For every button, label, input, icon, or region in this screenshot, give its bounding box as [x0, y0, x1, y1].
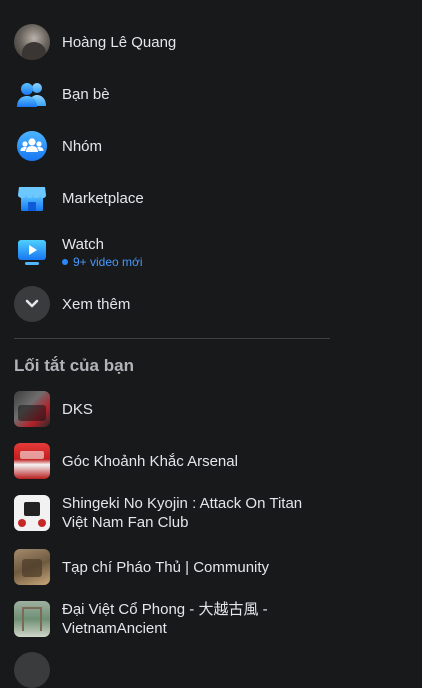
nav-item-profile[interactable]: Hoàng Lê Quang	[6, 20, 330, 64]
group-thumbnail	[14, 549, 50, 585]
divider	[14, 338, 330, 339]
group-thumbnail	[14, 443, 50, 479]
shortcut-thumb-wrap	[14, 601, 50, 637]
shortcut-label-line2: VietnamAncient	[62, 620, 167, 637]
nav-item-friends[interactable]: Bạn bè	[6, 72, 330, 116]
new-dot-icon	[62, 258, 68, 265]
groups-icon	[14, 128, 50, 164]
chevron-down-icon	[14, 286, 50, 322]
shortcut-thumb-wrap	[14, 495, 50, 531]
group-thumbnail	[14, 601, 50, 637]
profile-name: Hoàng Lê Quang	[62, 33, 177, 51]
watch-sub-label: 9+ video mới	[73, 254, 143, 269]
shortcut-label-line1: Đại Việt Cổ Phong - 大越古風 -	[62, 601, 268, 618]
shortcut-item[interactable]: Đại Việt Cổ Phong - 大越古風 - VietnamAncien…	[6, 594, 330, 644]
nav-item-watch[interactable]: Watch 9+ video mới	[6, 228, 330, 276]
shortcut-label-line1: Shingeki No Kyojin : Attack On Titan	[62, 495, 303, 512]
nav-item-groups[interactable]: Nhóm	[6, 124, 330, 168]
nav-label-friends: Bạn bè	[62, 85, 110, 103]
shortcut-label-line2: Việt Nam Fan Club	[62, 514, 189, 531]
nav-label-watch: Watch	[62, 235, 104, 253]
shortcut-label: Shingeki No Kyojin : Attack On Titan Việ…	[62, 494, 302, 532]
shortcut-item[interactable]: Shingeki No Kyojin : Attack On Titan Việ…	[6, 488, 330, 538]
shortcut-thumb-wrap	[14, 391, 50, 427]
nav-label-marketplace: Marketplace	[62, 189, 144, 207]
nav-label-groups: Nhóm	[62, 137, 103, 155]
shortcut-label: Góc Khoảnh Khắc Arsenal	[62, 452, 238, 470]
shortcut-label: Đại Việt Cổ Phong - 大越古風 - VietnamAncien…	[62, 600, 268, 638]
avatar	[14, 24, 50, 60]
see-more-label: Xem thêm	[62, 295, 131, 313]
shortcut-item[interactable]: Góc Khoảnh Khắc Arsenal	[6, 439, 330, 483]
nav-item-marketplace[interactable]: Marketplace	[6, 176, 330, 220]
shortcut-thumb-wrap	[14, 549, 50, 585]
shortcut-thumb-wrap	[14, 443, 50, 479]
shortcut-label: DKS	[62, 400, 93, 418]
group-thumbnail	[14, 391, 50, 427]
profile-avatar-wrap	[14, 24, 50, 60]
group-thumbnail	[14, 495, 50, 531]
shortcuts-title: Lối tắt của bạn	[14, 356, 134, 375]
watch-new-videos: 9+ video mới	[62, 254, 143, 270]
friends-icon	[14, 76, 50, 112]
shortcut-item[interactable]: Tạp chí Pháo Thủ | Community	[6, 545, 330, 589]
next-shortcut-icon[interactable]	[14, 652, 50, 688]
see-more-button[interactable]: Xem thêm	[6, 282, 330, 326]
shortcut-label: Tạp chí Pháo Thủ | Community	[62, 558, 270, 576]
see-more-icon-wrap	[14, 286, 50, 322]
marketplace-icon	[14, 180, 50, 216]
watch-icon	[14, 234, 50, 270]
shortcut-item[interactable]: DKS	[6, 387, 330, 431]
watch-text: Watch 9+ video mới	[62, 235, 143, 270]
